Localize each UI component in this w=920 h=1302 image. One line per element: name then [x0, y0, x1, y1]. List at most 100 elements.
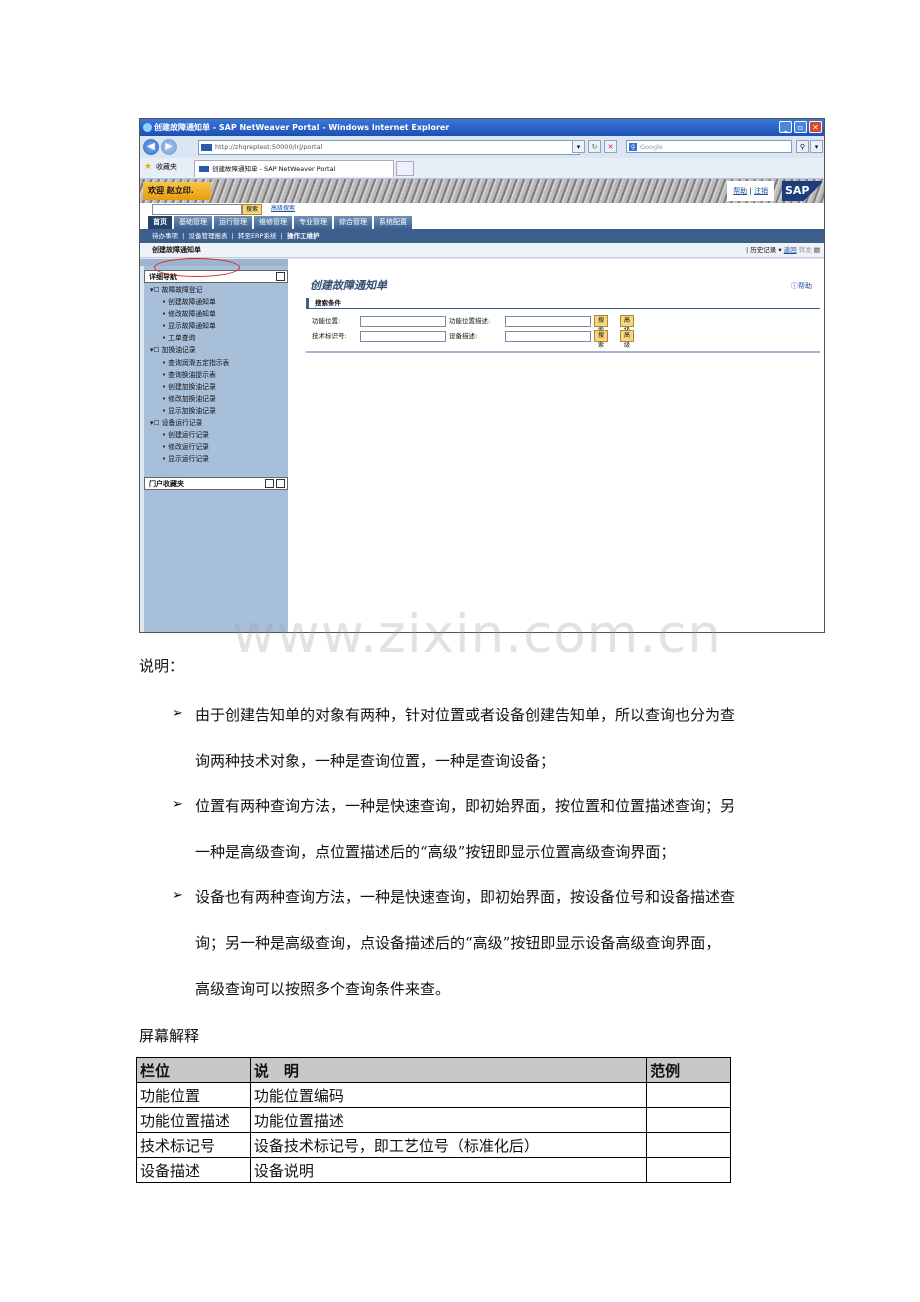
equip-advanced-button[interactable]: 高级	[620, 330, 635, 349]
back-link[interactable]: 返回	[784, 246, 797, 254]
table-cell: 功能位置描述	[249, 1107, 648, 1133]
masthead-links: 帮助 | 注销	[727, 181, 774, 201]
nav-item-lube-table[interactable]: • 查询润滑五定指示表	[150, 357, 229, 369]
ie-icon	[143, 123, 152, 132]
nav-item-modify-run[interactable]: • 修改运行记录	[150, 441, 229, 453]
tab-operation-management[interactable]: 运行管理	[214, 216, 252, 229]
nav-item-create-run[interactable]: • 创建运行记录	[150, 429, 229, 441]
func-loc-desc-label: 功能位置描述:	[449, 317, 491, 325]
welcome-text: 欢迎 赵立印.	[143, 182, 211, 200]
form-area: 创建故障通知单 ⓘ帮助 搜索条件 功能位置: 功能位置描述: 搜索 高级 技术标…	[306, 271, 822, 471]
search-input[interactable]: g Google	[626, 140, 792, 153]
detail-navigation-panel: 详细导航 ▾☐ 故障故障登记 • 创建故障通知单 • 修改故障通知单 • 显示故…	[144, 266, 288, 632]
table-header: 栏位	[136, 1057, 251, 1083]
search-placeholder: Google	[640, 143, 663, 151]
detail-nav-list: ▾☐ 故障故障登记 • 创建故障通知单 • 修改故障通知单 • 显示故障通知单 …	[150, 284, 229, 465]
close-icon[interactable]: ✕	[809, 121, 822, 133]
bullet-2-line-1: 位置有两种查询方法，一种是快速查询，即初始界面，按位置和位置描述查询；另	[195, 797, 736, 815]
loc-search-button[interactable]: 搜索	[594, 315, 609, 334]
watermark: www.zixin.com.cn	[232, 604, 722, 665]
sap-portal-screenshot: 创建故障通知单 - SAP NetWeaver Portal - Windows…	[139, 118, 825, 633]
nav-item-label: 修改故障通知单	[168, 310, 216, 319]
nav-item-work-order-query[interactable]: • 工单查询	[150, 332, 229, 344]
table-row: 功能位置 功能位置编码	[136, 1082, 731, 1108]
form-help-link[interactable]: ⓘ帮助	[791, 281, 812, 291]
nav-group-oil[interactable]: ▾☐ 加换油记录	[150, 344, 229, 356]
address-row: ◀ ▶ http://zhqreptest:50000/irj/portal ▾…	[140, 136, 824, 158]
bullet-3-line-1: 设备也有两种查询方法，一种是快速查询，即初始界面，按设备位号和设备描述查	[195, 888, 736, 906]
tab-home[interactable]: 首页	[148, 216, 172, 229]
func-loc-desc-input[interactable]	[505, 316, 591, 327]
subnav-equipment-reports[interactable]: 设备管理报表	[188, 232, 227, 240]
table-row: 设备描述 设备说明	[136, 1157, 731, 1183]
field-explanation-table: 栏位 说 明 范例 功能位置 功能位置编码 功能位置描述 功能位置描述 技术标记…	[136, 1057, 731, 1183]
new-tab-button[interactable]	[396, 161, 414, 176]
nav-item-modify-oil[interactable]: • 修改加换油记录	[150, 393, 229, 405]
tab-basic-management[interactable]: 基础管理	[174, 216, 212, 229]
help-link[interactable]: 帮助	[733, 187, 747, 195]
collapse-icon[interactable]	[276, 479, 285, 488]
collapse-icon[interactable]	[276, 272, 285, 281]
tab-professional-management[interactable]: 专业管理	[294, 216, 332, 229]
refresh-icon[interactable]: ↻	[588, 140, 601, 153]
nav-item-create-fault[interactable]: • 创建故障通知单	[150, 296, 229, 308]
nav-item-create-oil[interactable]: • 创建加换油记录	[150, 381, 229, 393]
tab-maintenance-management[interactable]: 维修管理	[254, 216, 292, 229]
tech-id-label: 技术标识号:	[312, 332, 347, 340]
search-options-icon[interactable]: ▾	[810, 140, 823, 153]
dropdown-icon[interactable]: ▾	[572, 140, 585, 153]
page-header-title: 创建故障通知单	[152, 246, 201, 254]
favorites-bar: ★ 收藏夹 创建故障通知单 - SAP NetWeaver Portal	[140, 158, 824, 179]
top-navigation: 首页 基础管理 运行管理 维修管理 专业管理 综合管理 系统配置	[140, 215, 824, 229]
form-title: 创建故障通知单	[310, 279, 387, 292]
tab-comprehensive-management[interactable]: 综合管理	[334, 216, 372, 229]
bullet-arrow-icon: ➢	[172, 888, 183, 903]
maximize-icon[interactable]: ▫	[794, 121, 807, 133]
bullet-1-line-2: 询两种技术对象，一种是查询位置，一种是查询设备；	[195, 752, 556, 770]
forward-arrow-icon[interactable]: ▶	[161, 139, 177, 155]
advanced-search-link[interactable]: 高级搜索	[271, 204, 295, 214]
nav-group-fault[interactable]: ▾☐ 故障故障登记	[150, 284, 229, 296]
subnav-erp[interactable]: 转至ERP系统	[238, 232, 277, 240]
table-cell: 技术标记号	[136, 1132, 251, 1158]
bullet-3-line-2: 询；另一种是高级查询，点设备描述后的“高级”按钮即显示设备高级查询界面，	[195, 934, 721, 952]
subnav-todo[interactable]: 待办事项	[152, 232, 178, 240]
back-arrow-icon[interactable]: ◀	[143, 139, 159, 155]
tech-id-input[interactable]	[360, 331, 446, 342]
nav-item-label: 显示故障通知单	[168, 322, 216, 331]
portal-search-row: 搜索 高级搜索	[140, 203, 824, 215]
table-header: 说 明	[249, 1057, 648, 1083]
stop-icon[interactable]: ✕	[604, 140, 617, 153]
nav-item-modify-fault[interactable]: • 修改故障通知单	[150, 308, 229, 320]
nav-item-display-fault[interactable]: • 显示故障通知单	[150, 320, 229, 332]
nav-item-oil-reminder[interactable]: • 查询换油提示表	[150, 369, 229, 381]
sap-tab-icon	[199, 166, 209, 172]
equip-desc-input[interactable]	[505, 331, 591, 342]
favorites-star-icon[interactable]: ★	[144, 162, 152, 172]
options-icon[interactable]	[265, 479, 274, 488]
nav-item-label: 创建故障通知单	[168, 298, 216, 307]
favorites-button[interactable]: 收藏夹	[156, 162, 177, 172]
loc-advanced-button[interactable]: 高级	[620, 315, 635, 334]
portal-search-button[interactable]: 搜索	[242, 204, 263, 215]
history-link[interactable]: 历史记录	[750, 246, 776, 254]
nav-item-display-oil[interactable]: • 显示加换油记录	[150, 405, 229, 417]
forward-link[interactable]: 转发	[799, 246, 812, 254]
equip-search-button[interactable]: 搜索	[594, 330, 609, 349]
page-header: 创建故障通知单 | 历史记录 ▾ 返回 转发 ▤	[140, 243, 824, 258]
browser-tab[interactable]: 创建故障通知单 - SAP NetWeaver Portal	[194, 160, 394, 177]
nav-item-display-run[interactable]: • 显示运行记录	[150, 453, 229, 465]
subnav-operator-maintenance[interactable]: 操作工维护	[287, 232, 320, 240]
bullet-3-line-3: 高级查询可以按照多个查询条件来查。	[195, 980, 451, 998]
table-cell: 设备技术标记号，即工艺位号（标准化后）	[249, 1132, 648, 1158]
tab-system-config[interactable]: 系统配置	[374, 216, 412, 229]
address-bar[interactable]: http://zhqreptest:50000/irj/portal	[198, 140, 580, 155]
portal-search-input[interactable]	[152, 204, 242, 215]
nav-group-run[interactable]: ▾☐ 设备运行记录	[150, 417, 229, 429]
table-cell: 设备说明	[249, 1157, 648, 1183]
minimize-icon[interactable]: _	[779, 121, 792, 133]
google-icon: g	[629, 143, 637, 151]
logout-link[interactable]: 注销	[754, 187, 768, 195]
search-icon[interactable]: ⚲	[796, 140, 809, 153]
func-loc-input[interactable]	[360, 316, 446, 327]
